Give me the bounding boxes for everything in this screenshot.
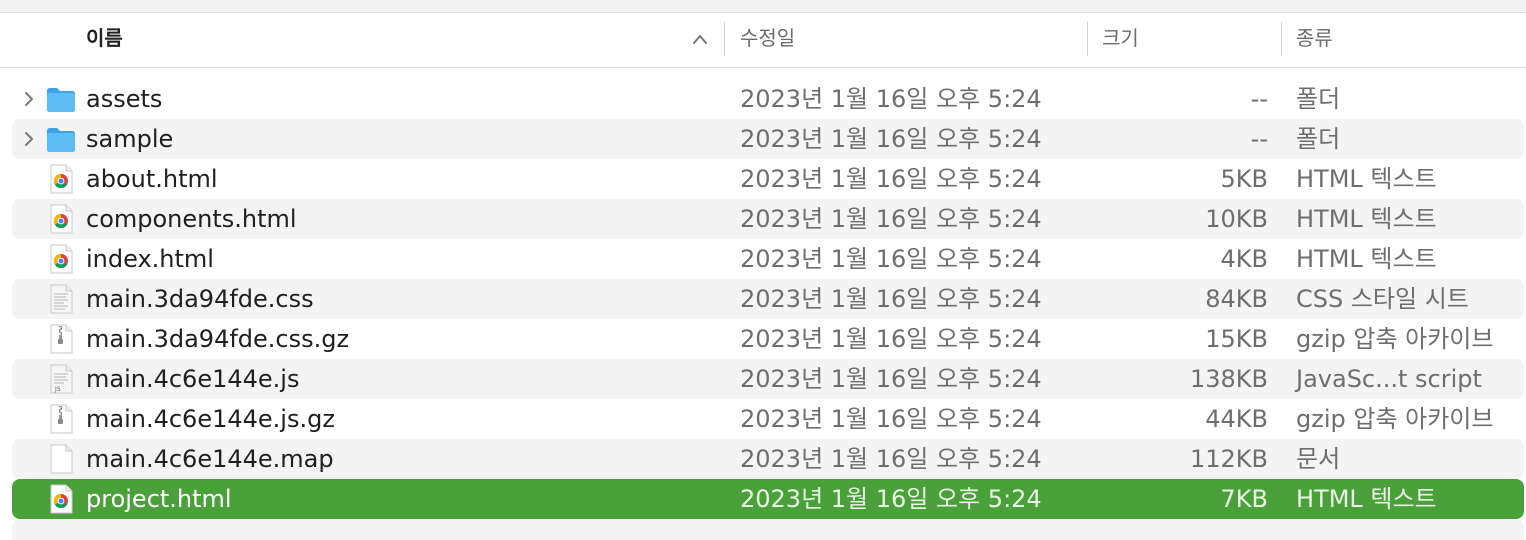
column-header-date[interactable]: 수정일 <box>740 13 795 67</box>
file-date-modified: 2023년 1월 16일 오후 5:24 <box>740 285 1042 313</box>
file-row[interactable]: components.html 2023년 1월 16일 오후 5:24 10KB H… <box>12 199 1524 239</box>
file-row[interactable]: JS main.4c6e144e.js 2023년 1월 16일 오후 5:24 13… <box>12 359 1524 399</box>
file-date-modified: 2023년 1월 16일 오후 5:24 <box>740 125 1042 153</box>
file-size: 112KB <box>1189 445 1268 473</box>
column-divider[interactable] <box>1087 22 1088 56</box>
column-header-name[interactable]: 이름 <box>86 13 123 67</box>
file-row[interactable]: main.3da94fde.css 2023년 1월 16일 오후 5:24 84K… <box>12 279 1524 319</box>
chrome-html-icon <box>46 204 76 234</box>
file-size: 15KB <box>1205 325 1268 353</box>
file-list: assets 2023년 1월 16일 오후 5:24 -- 폴더 sample 2023… <box>12 79 1524 519</box>
chrome-html-icon <box>46 484 76 514</box>
chrome-html-icon <box>46 164 76 194</box>
archive-file-icon <box>46 324 76 354</box>
file-row[interactable]: project.html 2023년 1월 16일 오후 5:24 7KB HTML … <box>12 479 1524 519</box>
disclosure-chevron-icon[interactable] <box>21 129 37 149</box>
file-date-modified: 2023년 1월 16일 오후 5:24 <box>740 405 1042 433</box>
file-row[interactable]: index.html 2023년 1월 16일 오후 5:24 4KB HTML 텍스… <box>12 239 1524 279</box>
file-size: 84KB <box>1205 285 1268 313</box>
file-kind: HTML 텍스트 <box>1296 485 1437 513</box>
folder-icon <box>46 84 76 114</box>
file-date-modified: 2023년 1월 16일 오후 5:24 <box>740 165 1042 193</box>
file-date-modified: 2023년 1월 16일 오후 5:24 <box>740 85 1042 113</box>
file-size: 4KB <box>1220 245 1268 273</box>
column-header: 이름 수정일 크기 종류 <box>0 13 1526 68</box>
file-date-modified: 2023년 1월 16일 오후 5:24 <box>740 445 1042 473</box>
file-kind: JavaSc...t script <box>1296 365 1482 393</box>
file-list-empty-row <box>12 519 1524 540</box>
file-kind: 문서 <box>1296 445 1341 473</box>
chrome-html-icon <box>46 244 76 274</box>
file-name: main.4c6e144e.js <box>86 365 300 393</box>
file-size: 44KB <box>1205 405 1268 433</box>
file-size: 7KB <box>1220 485 1268 513</box>
sort-ascending-icon[interactable] <box>690 31 710 47</box>
file-kind: HTML 텍스트 <box>1296 165 1437 193</box>
file-row[interactable]: main.3da94fde.css.gz 2023년 1월 16일 오후 5:24… <box>12 319 1524 359</box>
file-size: 5KB <box>1220 165 1268 193</box>
column-header-size[interactable]: 크기 <box>1102 13 1139 67</box>
svg-text:JS: JS <box>54 386 61 393</box>
file-row[interactable]: assets 2023년 1월 16일 오후 5:24 -- 폴더 <box>12 79 1524 119</box>
folder-icon <box>46 124 76 154</box>
file-name: components.html <box>86 205 297 233</box>
archive-file-icon <box>46 404 76 434</box>
file-kind: gzip 압축 아카이브 <box>1296 325 1494 353</box>
file-size: -- <box>1250 85 1268 113</box>
file-name: main.4c6e144e.js.gz <box>86 405 335 433</box>
file-date-modified: 2023년 1월 16일 오후 5:24 <box>740 245 1042 273</box>
column-divider[interactable] <box>1281 22 1282 56</box>
file-kind: 폴더 <box>1296 85 1341 113</box>
file-row[interactable]: about.html 2023년 1월 16일 오후 5:24 5KB HTML 텍스… <box>12 159 1524 199</box>
file-date-modified: 2023년 1월 16일 오후 5:24 <box>740 205 1042 233</box>
file-kind: HTML 텍스트 <box>1296 205 1437 233</box>
file-size: 138KB <box>1189 365 1268 393</box>
file-row[interactable]: main.4c6e144e.js.gz 2023년 1월 16일 오후 5:24 4… <box>12 399 1524 439</box>
window-top-edge <box>0 0 1526 13</box>
file-name: main.4c6e144e.map <box>86 445 334 473</box>
file-size: -- <box>1250 125 1268 153</box>
js-file-icon: JS <box>46 364 76 394</box>
file-row[interactable]: sample 2023년 1월 16일 오후 5:24 -- 폴더 <box>12 119 1524 159</box>
disclosure-chevron-icon[interactable] <box>21 89 37 109</box>
column-header-kind[interactable]: 종류 <box>1296 13 1333 67</box>
file-kind: HTML 텍스트 <box>1296 245 1437 273</box>
file-name: index.html <box>86 245 214 273</box>
file-name: assets <box>86 85 163 113</box>
file-name: project.html <box>86 485 232 513</box>
file-date-modified: 2023년 1월 16일 오후 5:24 <box>740 365 1042 393</box>
file-name: main.3da94fde.css.gz <box>86 325 350 353</box>
file-name: about.html <box>86 165 218 193</box>
file-kind: gzip 압축 아카이브 <box>1296 405 1494 433</box>
file-date-modified: 2023년 1월 16일 오후 5:24 <box>740 485 1042 513</box>
file-date-modified: 2023년 1월 16일 오후 5:24 <box>740 325 1042 353</box>
file-name: main.3da94fde.css <box>86 285 314 313</box>
document-file-icon <box>46 444 76 474</box>
file-row[interactable]: main.4c6e144e.map 2023년 1월 16일 오후 5:24 112… <box>12 439 1524 479</box>
file-kind: CSS 스타일 시트 <box>1296 285 1469 313</box>
css-file-icon <box>46 284 76 314</box>
file-size: 10KB <box>1205 205 1268 233</box>
column-divider[interactable] <box>724 22 725 56</box>
file-kind: 폴더 <box>1296 125 1341 153</box>
file-name: sample <box>86 125 174 153</box>
